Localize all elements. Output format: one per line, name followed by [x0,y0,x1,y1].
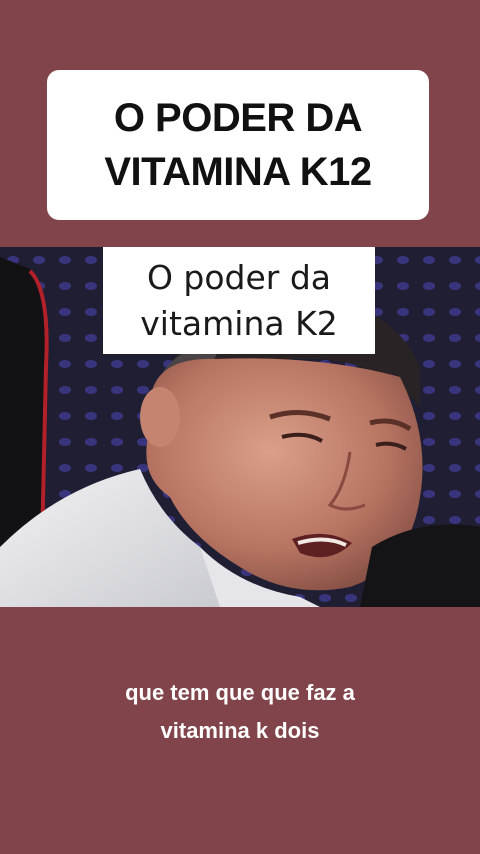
subtitle-line-1: que tem que que faz a [125,680,355,705]
title-card: O PODER DA VITAMINA K12 [47,70,429,220]
video-caption-line-1: O poder da [146,257,332,297]
video-frame[interactable]: O poder da vitamina K2 [0,247,480,607]
reel-screen: { "title_card": { "line1": "O PODER DA",… [0,0,480,854]
title-line-1: O PODER DA [113,96,363,140]
ear [140,387,180,447]
subtitle: que tem que que faz a vitamina k dois [40,674,440,750]
video-caption-line-2: vitamina K2 [140,303,338,343]
subtitle-line-2: vitamina k dois [160,718,320,743]
video-caption-box: O poder da vitamina K2 [103,247,375,354]
title-line-2: VITAMINA K12 [104,150,372,194]
